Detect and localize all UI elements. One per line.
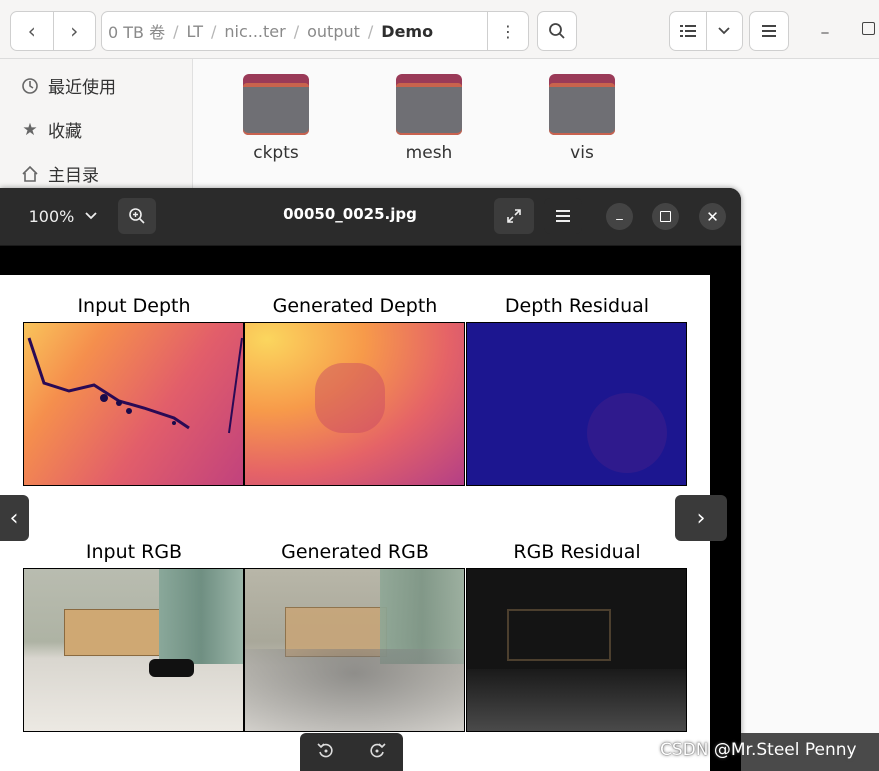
list-view-button[interactable] [670,12,706,50]
hamburger-icon [556,210,570,222]
view-dropdown-button[interactable] [705,12,743,50]
maximize-icon [660,211,671,222]
back-button[interactable]: ‹ [11,12,53,50]
rotate-right-icon [370,743,386,758]
folder-item[interactable]: mesh [369,74,489,163]
chevron-down-icon [718,27,730,35]
generated-depth-panel [244,322,465,486]
folder-label: mesh [405,143,453,163]
sidebar-item-home[interactable]: 主目录 [20,161,99,186]
maximize-button[interactable] [862,22,875,35]
zoom-in-icon [129,208,145,224]
rgb-residual-panel [466,568,687,732]
breadcrumb-separator: / [293,21,300,41]
breadcrumb-lt[interactable]: LT [181,22,209,41]
chevron-right-icon: › [70,19,79,43]
fullscreen-button[interactable] [494,198,534,234]
search-button[interactable] [537,11,577,51]
rotate-toolbar [300,733,403,771]
chevron-left-icon: ‹ [27,19,36,43]
folder-icon [243,74,309,135]
minimize-button[interactable]: _ [815,18,835,38]
input-rgb-panel [23,568,244,732]
panel-title-generated-rgb: Generated RGB [281,541,429,563]
image-viewer-window: 100% 00050_0025.jpg _ ✕ Input Depth Gene… [0,188,741,771]
chevron-left-icon: ‹ [9,505,19,531]
rotate-left-button[interactable] [317,741,335,763]
breadcrumb-separator: / [367,21,374,41]
view-options-group [669,11,743,51]
sidebar-item-label: 最近使用 [48,78,116,98]
next-image-button[interactable]: › [675,495,727,541]
viewer-menu-button[interactable] [544,198,582,234]
folder-label: vis [570,143,594,163]
chevron-down-icon [85,212,98,220]
close-icon: ✕ [706,207,719,226]
panel-title-input-rgb: Input RGB [85,541,183,563]
sidebar-item-starred[interactable]: ★ 收藏 [20,117,82,143]
rotate-left-icon [317,743,333,758]
viewer-maximize-button[interactable] [652,203,679,230]
sidebar-item-label: 收藏 [48,122,82,142]
zoom-selector[interactable]: 100% [12,198,115,234]
panel-title-rgb-residual: RGB Residual [513,541,641,563]
breadcrumb-output[interactable]: output [301,22,366,41]
sidebar-item-label: 主目录 [48,166,99,186]
home-icon [20,164,40,184]
fullscreen-icon [507,209,521,223]
folder-label: ckpts [253,143,299,163]
folder-icon [549,74,615,135]
zoom-in-button[interactable] [118,198,156,234]
figure-image: Input Depth Generated Depth Depth Residu… [0,275,710,771]
breadcrumb-separator: / [210,21,217,41]
search-icon [549,23,565,39]
breadcrumb-demo[interactable]: Demo [375,22,439,41]
breadcrumb-drive[interactable]: 0 TB 卷 [102,19,171,43]
hamburger-icon [762,25,776,37]
viewer-title: 00050_0025.jpg [283,205,417,223]
folder-item[interactable]: vis [522,74,642,163]
breadcrumb-nicer[interactable]: nic...ter [218,22,291,41]
watermark-text: CSDN @Mr.Steel Penny [660,740,857,760]
panel-title-input-depth: Input Depth [77,295,191,317]
viewer-header: 100% 00050_0025.jpg _ ✕ [0,188,741,246]
folder-item[interactable]: ckpts [216,74,336,163]
previous-image-button[interactable]: ‹ [0,495,29,541]
main-menu-button[interactable] [749,11,789,51]
nav-button-group: ‹ › [10,11,96,51]
star-icon: ★ [22,119,38,140]
kebab-menu-icon: ⋮ [500,21,516,41]
rotate-right-button[interactable] [368,741,386,763]
path-menu-button[interactable]: ⋮ [487,12,528,50]
sidebar: 最近使用 ★ 收藏 主目录 [0,59,193,194]
clock-icon [20,76,40,96]
minimize-icon: _ [821,18,829,34]
generated-rgb-panel [244,568,465,732]
input-depth-panel [23,322,244,486]
breadcrumb-separator: / [173,21,179,41]
panel-title-generated-depth: Generated Depth [272,295,438,317]
zoom-level: 100% [28,206,75,226]
minimize-icon: _ [616,206,623,221]
viewer-minimize-button[interactable]: _ [606,203,633,230]
forward-button[interactable]: › [52,12,96,50]
depth-residual-panel [466,322,687,486]
path-bar: 0 TB 卷 / LT / nic...ter / output / Demo … [101,11,529,51]
file-manager-header: ‹ › 0 TB 卷 / LT / nic...ter / output / D… [0,0,879,59]
viewer-close-button[interactable]: ✕ [699,203,726,230]
folder-icon [396,74,462,135]
chevron-right-icon: › [696,505,706,531]
list-view-icon [679,25,696,37]
sidebar-item-recent[interactable]: 最近使用 [20,73,116,98]
panel-title-depth-residual: Depth Residual [504,295,650,317]
